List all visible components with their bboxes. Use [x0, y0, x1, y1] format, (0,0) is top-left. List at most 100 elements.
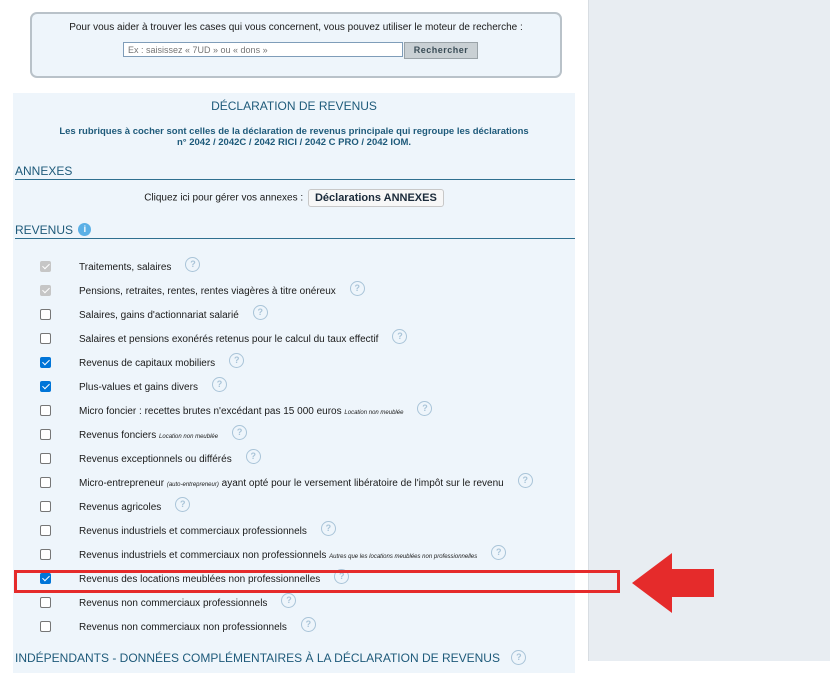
revenus-label: Revenus exceptionnels ou différés? [79, 449, 261, 467]
search-input[interactable] [123, 42, 403, 57]
help-icon[interactable]: ? [281, 593, 297, 608]
revenus-checkbox[interactable] [40, 429, 51, 440]
revenus-checkbox [40, 285, 51, 296]
help-icon[interactable]: ? [211, 377, 227, 392]
revenus-label-text: Salaires, gains d'actionnariat salarié [79, 310, 239, 322]
independants-heading-text: INDÉPENDANTS - DONNÉES COMPLÉMENTAIRES À… [15, 651, 500, 665]
revenus-checkbox[interactable] [40, 525, 51, 536]
declaration-title: DÉCLARATION DE REVENUS [211, 99, 377, 113]
revenus-checkbox[interactable] [40, 453, 51, 464]
revenus-label: Revenus non commerciaux professionnels? [79, 593, 297, 611]
revenus-label: Micro-entrepreneur (auto-entrepreneur) a… [79, 473, 533, 491]
revenus-checkbox[interactable] [40, 405, 51, 416]
revenus-label-note: Autres que les locations meublées non pr… [329, 554, 478, 561]
revenus-checkbox[interactable] [40, 333, 51, 344]
annexes-heading: ANNEXES [15, 164, 575, 180]
revenus-label-text: Revenus de capitaux mobiliers [79, 358, 216, 370]
revenus-heading: REVENUS i [15, 223, 575, 239]
revenus-label: Micro foncier : recettes brutes n'excéda… [79, 401, 433, 419]
revenus-label-text: Revenus exceptionnels ou différés [79, 454, 232, 466]
revenus-row[interactable]: Pensions, retraites, rentes, rentes viag… [13, 281, 575, 300]
annexes-row: Cliquez ici pour gérer vos annexes : Déc… [13, 189, 575, 207]
revenus-row[interactable]: Revenus industriels et commerciaux profe… [13, 521, 575, 540]
help-icon[interactable]: ? [245, 449, 261, 464]
declaration-subtitle-line2: n° 2042 / 2042C / 2042 RICI / 2042 C PRO… [176, 137, 412, 148]
revenus-row[interactable]: Micro-entrepreneur (auto-entrepreneur) a… [13, 473, 575, 492]
revenus-label-text: Revenus non commerciaux non professionne… [79, 622, 287, 634]
revenus-checkbox[interactable] [40, 549, 51, 560]
annexes-button[interactable]: Déclarations ANNEXES [307, 189, 444, 207]
help-icon[interactable]: ? [300, 617, 316, 632]
highlight-box [14, 570, 620, 593]
revenus-row[interactable]: Micro foncier : recettes brutes n'excéda… [13, 401, 575, 420]
declaration-subtitle-line1: Les rubriques à cocher sont celles de la… [59, 126, 529, 137]
revenus-label-text-after: ayant opté pour le versement libératoire… [218, 478, 504, 490]
revenus-label-note: Location non meublée [159, 434, 219, 441]
revenus-row[interactable]: Revenus non commerciaux professionnels? [13, 593, 575, 612]
revenus-label: Revenus de capitaux mobiliers? [79, 353, 245, 371]
revenus-checkbox[interactable] [40, 309, 51, 320]
help-icon[interactable]: ? [232, 425, 248, 440]
revenus-label: Pensions, retraites, rentes, rentes viag… [79, 281, 365, 299]
annexes-heading-text: ANNEXES [15, 164, 73, 178]
revenus-label: Revenus agricoles? [79, 497, 191, 515]
revenus-row[interactable]: Revenus exceptionnels ou différés? [13, 449, 575, 468]
revenus-label-note: (auto-entrepreneur) [166, 482, 219, 489]
help-icon[interactable]: ? [252, 305, 268, 320]
info-icon[interactable]: i [78, 223, 92, 236]
revenus-checkbox[interactable] [40, 357, 51, 368]
revenus-label-text: Revenus industriels et commerciaux profe… [79, 526, 307, 538]
revenus-label-text: Salaires et pensions exonérés retenus po… [79, 334, 379, 346]
revenus-checkbox [40, 261, 51, 272]
help-icon[interactable]: ? [320, 521, 336, 536]
revenus-label-text: Revenus industriels et commerciaux non p… [79, 550, 327, 562]
help-icon[interactable]: ? [229, 353, 245, 368]
revenus-label-text: Pensions, retraites, rentes, rentes viag… [79, 286, 336, 298]
revenus-label: Revenus fonciers Location non meublée? [79, 425, 248, 443]
revenus-label: Revenus industriels et commerciaux non p… [79, 545, 507, 563]
help-icon[interactable]: ? [417, 401, 433, 416]
search-instruction: Pour vous aider à trouver les cases qui … [69, 22, 523, 33]
revenus-checkbox[interactable] [40, 501, 51, 512]
help-icon[interactable]: ? [491, 545, 507, 560]
revenus-label-text: Micro foncier : recettes brutes n'excéda… [79, 406, 342, 418]
help-icon[interactable]: ? [392, 329, 408, 344]
revenus-label: Revenus non commerciaux non professionne… [79, 617, 316, 635]
revenus-label-text: Revenus agricoles [79, 502, 162, 514]
help-icon[interactable]: ? [185, 257, 201, 272]
help-icon[interactable]: ? [175, 497, 191, 512]
revenus-row[interactable]: Revenus de capitaux mobiliers? [13, 353, 575, 372]
revenus-row[interactable]: Salaires et pensions exonérés retenus po… [13, 329, 575, 348]
revenus-label-text: Revenus non commerciaux professionnels [79, 598, 268, 610]
revenus-label: Salaires, gains d'actionnariat salarié? [79, 305, 268, 323]
annexes-prompt: Cliquez ici pour gérer vos annexes : [144, 192, 304, 204]
help-icon[interactable]: ? [511, 650, 527, 666]
revenus-row[interactable]: Plus-values et gains divers? [13, 377, 575, 396]
search-panel: Pour vous aider à trouver les cases qui … [30, 12, 562, 78]
revenus-label-text: Revenus fonciers [79, 430, 157, 442]
red-arrow-icon [632, 553, 714, 613]
search-button[interactable]: Rechercher [404, 42, 478, 59]
revenus-checkbox[interactable] [40, 621, 51, 632]
revenus-label-text: Plus-values et gains divers [79, 382, 198, 394]
declaration-subtitle: Les rubriques à cocher sont celles de la… [33, 126, 555, 148]
revenus-row[interactable]: Revenus agricoles? [13, 497, 575, 516]
revenus-label-note: Location non meublée [344, 410, 404, 417]
revenus-label-text: Traitements, salaires [79, 262, 172, 274]
revenus-row[interactable]: Revenus fonciers Location non meublée? [13, 425, 575, 444]
revenus-label: Plus-values et gains divers? [79, 377, 227, 395]
revenus-checkbox[interactable] [40, 381, 51, 392]
revenus-heading-text: REVENUS [15, 223, 74, 237]
revenus-label-text: Micro-entrepreneur [79, 478, 165, 490]
revenus-row[interactable]: Salaires, gains d'actionnariat salarié? [13, 305, 575, 324]
help-icon[interactable]: ? [517, 473, 533, 488]
revenus-row[interactable]: Revenus non commerciaux non professionne… [13, 617, 575, 636]
independants-heading: INDÉPENDANTS - DONNÉES COMPLÉMENTAIRES À… [15, 650, 527, 666]
help-icon[interactable]: ? [349, 281, 365, 296]
revenus-label: Revenus industriels et commerciaux profe… [79, 521, 336, 539]
revenus-checkbox[interactable] [40, 597, 51, 608]
revenus-row[interactable]: Traitements, salaires? [13, 257, 575, 276]
revenus-checkbox[interactable] [40, 477, 51, 488]
revenus-row[interactable]: Revenus industriels et commerciaux non p… [13, 545, 575, 564]
revenus-label: Salaires et pensions exonérés retenus po… [79, 329, 408, 347]
